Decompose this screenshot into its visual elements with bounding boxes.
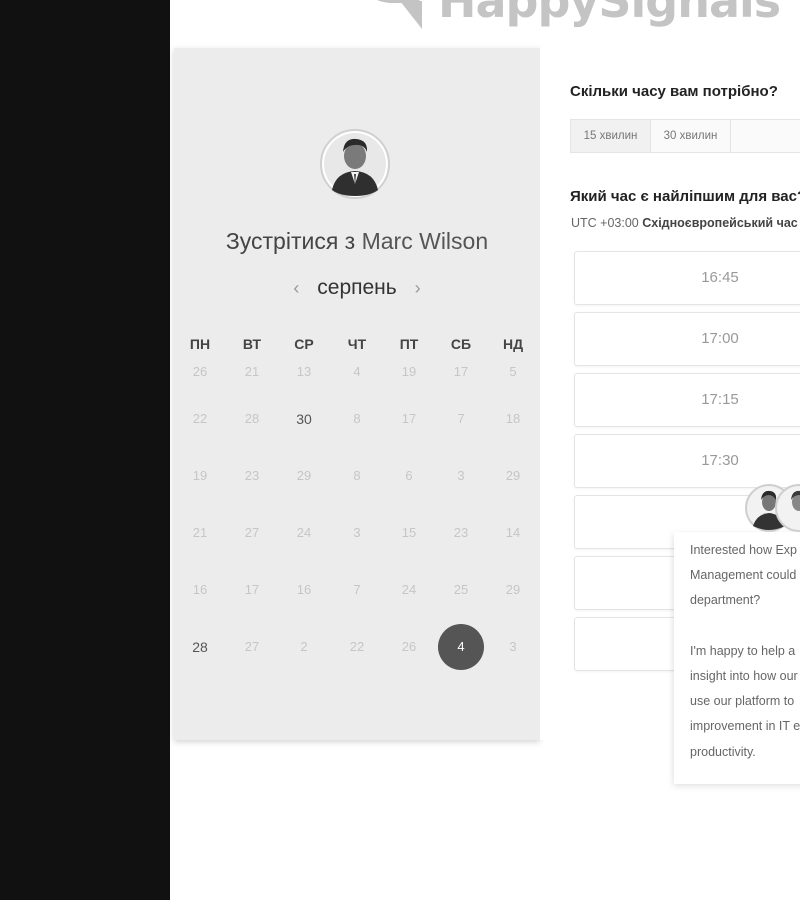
time-slot[interactable]: 16:45 <box>574 251 800 305</box>
calendar-day: 27 <box>244 525 260 540</box>
host-name: Marc Wilson <box>361 228 489 254</box>
brand-name: HappySignals <box>438 0 781 28</box>
duration-option[interactable]: 30 хвилин <box>651 120 731 152</box>
timezone-name: Східноєвропейський час <box>642 216 798 230</box>
chat-message-line: improvement in IT e <box>690 719 800 733</box>
meeting-title-prefix: Зустрітися з <box>225 228 362 254</box>
calendar-day: 26 <box>401 639 417 654</box>
calendar-day: 23 <box>453 525 469 540</box>
chat-message-line: I'm happy to help a <box>690 644 796 658</box>
time-slot-label: 17:30 <box>701 452 739 469</box>
left-black-strip <box>0 0 170 900</box>
weekday-header: ЧТ <box>347 336 367 352</box>
calendar-day-available[interactable]: 28 <box>180 639 220 655</box>
duration-tabs: 15 хвилин 30 хвилин <box>570 119 800 153</box>
calendar-day-available[interactable]: 30 <box>284 411 324 427</box>
calendar-day: 17 <box>453 364 469 379</box>
calendar-day: 2 <box>300 639 308 654</box>
weekday-header: СБ <box>450 336 472 352</box>
current-month: серпень <box>317 276 397 299</box>
calendar-day: 29 <box>296 468 312 483</box>
duration-option[interactable]: 15 хвилин <box>571 120 651 152</box>
duration-option[interactable] <box>731 120 800 152</box>
calendar-day: 16 <box>296 582 312 597</box>
calendar-day: 17 <box>244 582 260 597</box>
chat-message-line: Management could <box>690 568 797 582</box>
timezone-label: UTC +03:00 Східноєвропейський час <box>571 216 798 230</box>
calendar-day: 4 <box>353 364 361 379</box>
time-slot[interactable]: 17:30 <box>574 434 800 488</box>
calendar-day: 21 <box>244 364 260 379</box>
chat-message-line: Interested how Exp <box>690 543 798 557</box>
chat-popup[interactable]: Interested how Exp Management could depa… <box>674 532 800 784</box>
calendar-day: 21 <box>192 525 208 540</box>
weekday-header: НД <box>502 336 524 352</box>
calendar-day-selected[interactable]: 4 <box>438 624 484 670</box>
calendar-day: 7 <box>353 582 361 597</box>
time-slot[interactable]: 17:15 <box>574 373 800 427</box>
chevron-right-icon[interactable]: › <box>415 278 421 298</box>
chevron-left-icon[interactable]: ‹ <box>293 278 299 298</box>
calendar-day: 29 <box>505 582 521 597</box>
month-navigation: ‹ серпень › <box>174 276 540 300</box>
calendar-day: 3 <box>353 525 361 540</box>
time-question: Який час є найліпшим для вас? <box>570 188 800 205</box>
calendar-day: 14 <box>505 525 521 540</box>
calendar-day: 5 <box>509 364 517 379</box>
calendar-day: 19 <box>192 468 208 483</box>
time-slot[interactable]: 17:00 <box>574 312 800 366</box>
calendar-day: 27 <box>244 639 260 654</box>
weekday-header: ПТ <box>399 336 419 352</box>
host-calendar-card: Зустрітися з Marc Wilson ‹ серпень › ПН В… <box>174 48 540 740</box>
time-slot-label: 16:45 <box>701 269 739 286</box>
calendar-day: 7 <box>457 411 465 426</box>
calendar-day: 24 <box>401 582 417 597</box>
calendar-day: 23 <box>244 468 260 483</box>
meeting-title: Зустрітися з Marc Wilson <box>174 228 540 255</box>
calendar-day: 29 <box>505 468 521 483</box>
chat-message-line: department? <box>690 593 761 607</box>
calendar-day: 22 <box>349 639 365 654</box>
calendar-day: 28 <box>244 411 260 426</box>
chat-agent-avatars[interactable] <box>745 482 800 534</box>
calendar-day: 25 <box>453 582 469 597</box>
calendar-day: 15 <box>401 525 417 540</box>
logo-speech-bubble-icon <box>377 0 422 29</box>
weekday-header: ВТ <box>242 336 262 352</box>
timezone-offset: UTC +03:00 <box>571 216 639 230</box>
weekday-header: ПН <box>189 336 211 352</box>
time-slot-label: 17:00 <box>701 330 739 347</box>
calendar-day: 3 <box>457 468 465 483</box>
calendar-day: 19 <box>401 364 417 379</box>
duration-question: Скільки часу вам потрібно? <box>570 83 778 100</box>
calendar-day: 6 <box>405 468 413 483</box>
calendar-day: 17 <box>401 411 417 426</box>
chat-message-line: insight into how our <box>690 669 798 683</box>
weekday-header: СР <box>294 336 314 352</box>
calendar-day: 8 <box>353 468 361 483</box>
host-avatar <box>320 129 390 199</box>
calendar-day: 3 <box>509 639 517 654</box>
brand-logo: HappySignals <box>360 0 781 32</box>
calendar-day: 8 <box>353 411 361 426</box>
calendar-day: 13 <box>296 364 312 379</box>
calendar-day: 22 <box>192 411 208 426</box>
chat-message-line: productivity. <box>690 745 756 759</box>
calendar-day: 16 <box>192 582 208 597</box>
chat-message-line: use our platform to <box>690 694 795 708</box>
calendar-day: 24 <box>296 525 312 540</box>
calendar-day: 18 <box>505 411 521 426</box>
time-slot-label: 17:15 <box>701 391 739 408</box>
calendar-day: 26 <box>192 364 208 379</box>
